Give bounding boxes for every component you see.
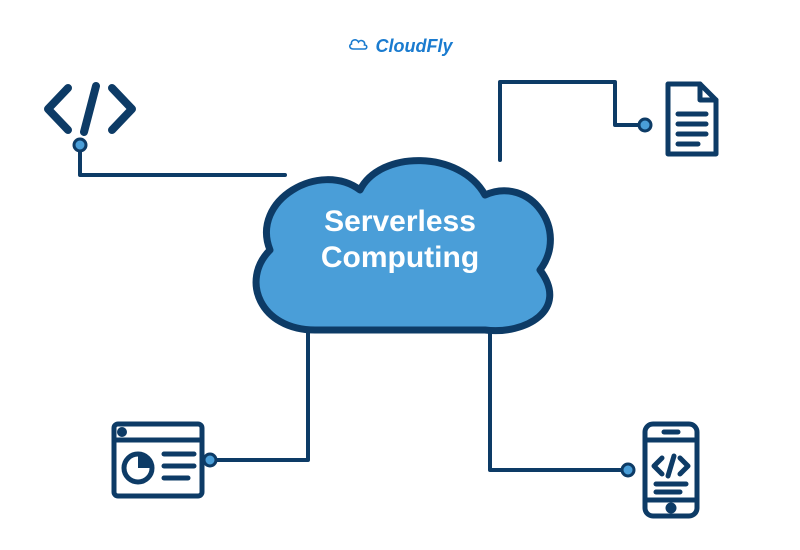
mobile-node bbox=[640, 420, 702, 520]
document-icon bbox=[660, 80, 724, 158]
document-node bbox=[660, 80, 724, 158]
mobile-code-icon bbox=[640, 420, 702, 520]
code-node bbox=[40, 80, 140, 138]
analytics-dashboard-icon bbox=[110, 420, 206, 500]
center-cloud: Serverless Computing bbox=[230, 130, 570, 350]
center-title: Serverless Computing bbox=[321, 204, 479, 276]
analytics-node bbox=[110, 420, 206, 500]
diagram-stage: Serverless Computing bbox=[0, 0, 800, 550]
code-icon bbox=[40, 80, 140, 138]
